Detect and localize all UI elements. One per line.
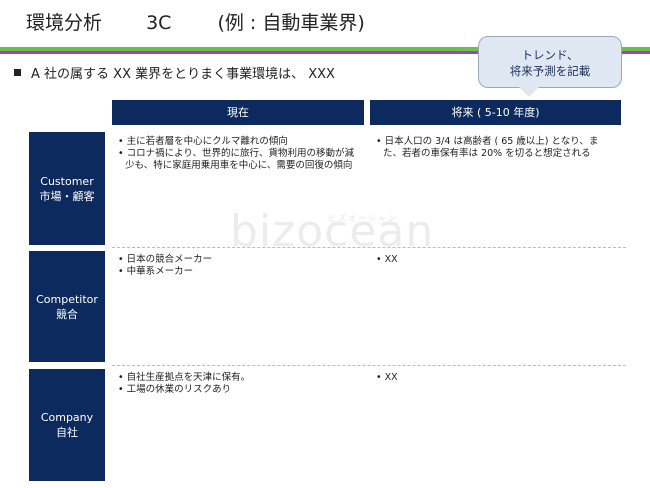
row-header-company: Company 自社	[29, 369, 105, 481]
row-divider	[112, 365, 626, 366]
cell-customer-current: • 主に若者層を中心にクルマ離れの傾向 • コロナ禍により、世界的に旅行、貨物利…	[118, 136, 362, 172]
row-label-ja: 競合	[56, 307, 78, 321]
row-label-en: Company	[40, 411, 94, 424]
page-title: 環境分析 3C (例 : 自動車業界)	[26, 8, 365, 35]
title-main: 環境分析	[26, 12, 103, 34]
list-item: • 主に若者層を中心にクルマ離れの傾向	[118, 136, 288, 147]
intro-text: A 社の属する XX 業界をとりまく事業環境は、 XXX	[31, 67, 335, 82]
list-item: • 中華系メーカー	[118, 266, 194, 277]
list-item: • 自社生産拠点を天津に保有。	[118, 372, 251, 383]
list-item: • 工場の休業のリスクあり	[118, 384, 232, 395]
callout-tail	[519, 87, 539, 97]
row-label-ja: 自社	[56, 426, 78, 439]
square-bullet-icon	[14, 69, 21, 76]
callout-line2: 将来予測を記載	[509, 64, 591, 78]
list-item: • XX	[376, 372, 398, 383]
watermark-kana: ビズオーシャン	[328, 214, 398, 223]
row-header-customer: Customer 市場・顧客	[29, 132, 105, 245]
intro-statement: A 社の属する XX 業界をとりまく事業環境は、 XXX	[14, 63, 335, 82]
column-header-current: 現在	[112, 100, 364, 125]
column-header-future: 将来 ( 5-10 年度)	[370, 100, 621, 125]
list-item: • コロナ禍により、世界的に旅行、貨物利用の移動が減少も、特に家庭用乗用車を中心…	[118, 148, 355, 171]
cell-customer-future: • 日本人口の 3/4 は高齢者 ( 65 歳以上) となり、また、若者の車保有…	[376, 136, 616, 160]
list-item: • XX	[376, 254, 398, 265]
cell-company-future: • XX	[376, 372, 616, 384]
callout-line1: トレンド、	[521, 48, 579, 62]
row-label-ja: 市場・顧客	[39, 189, 95, 203]
watermark: bizocean	[230, 206, 435, 257]
cell-competitor-current: • 日本の競合メーカー • 中華系メーカー	[118, 254, 362, 278]
cell-competitor-future: • XX	[376, 254, 616, 266]
row-divider	[112, 247, 626, 248]
row-header-competitor: Competitor 競合	[29, 251, 105, 362]
title-example: (例 : 自動車業界)	[217, 12, 365, 34]
row-label-en: Competitor	[36, 292, 98, 306]
trend-callout: トレンド、 将来予測を記載	[478, 36, 622, 97]
list-item: • 日本の競合メーカー	[118, 254, 213, 265]
row-label-en: Customer	[40, 174, 94, 188]
list-item: • 日本人口の 3/4 は高齢者 ( 65 歳以上) となり、また、若者の車保有…	[376, 136, 599, 159]
cell-company-current: • 自社生産拠点を天津に保有。 • 工場の休業のリスクあり	[118, 372, 362, 396]
title-sub: 3C	[146, 12, 172, 34]
